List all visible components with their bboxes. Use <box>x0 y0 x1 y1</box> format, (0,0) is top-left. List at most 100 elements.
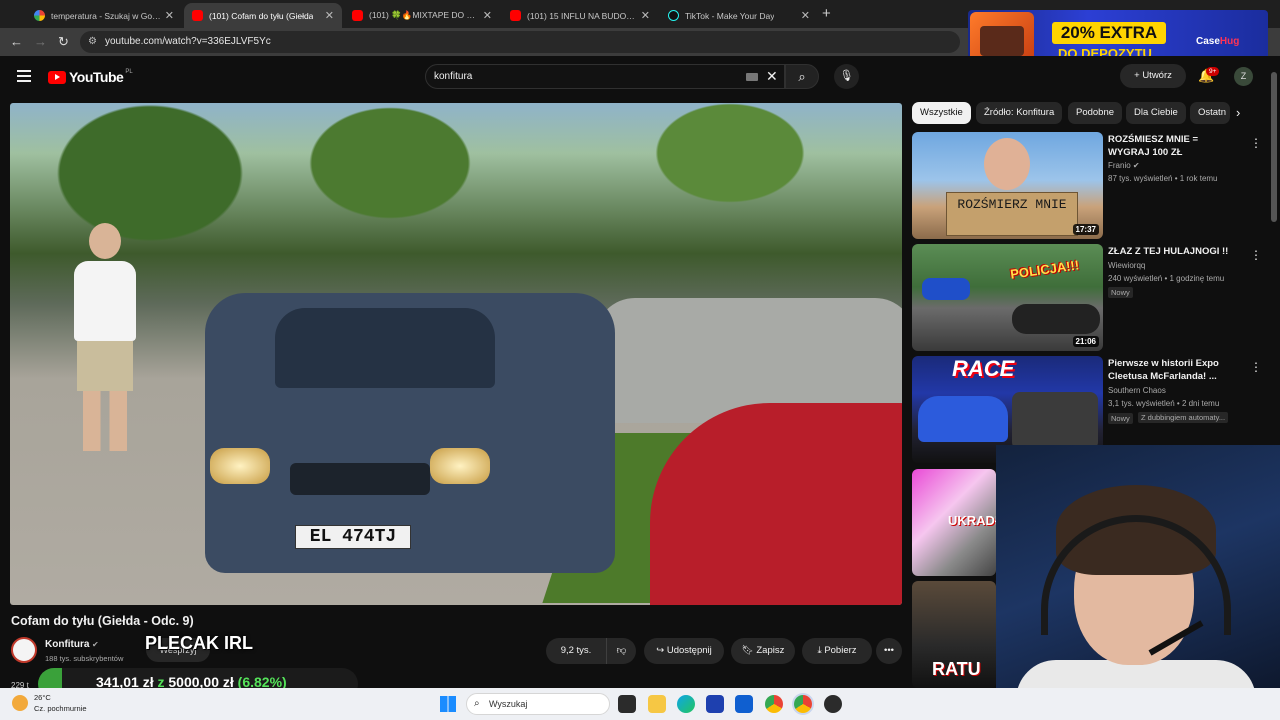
browser-tab[interactable]: TikTok - Make Your Day ✕ <box>660 3 818 28</box>
outlook-icon[interactable] <box>735 695 753 713</box>
more-vert-icon[interactable]: ⋮ <box>1250 248 1262 262</box>
search-query[interactable]: konfitura <box>434 71 472 82</box>
browser-tab[interactable]: (101) 15 INFLU NA BUDOWIE: L ✕ <box>502 3 658 28</box>
forward-icon[interactable]: → <box>34 34 47 49</box>
chevron-right-icon[interactable]: › <box>1236 105 1240 120</box>
download-button[interactable]: ⤓ Pobierz <box>802 638 872 664</box>
menu-icon[interactable] <box>17 70 31 82</box>
site-info-icon[interactable]: ⚙ <box>88 36 97 47</box>
channel-name[interactable]: Konfitura <box>45 639 89 650</box>
google-icon <box>34 10 45 21</box>
chrome-icon[interactable] <box>765 695 783 713</box>
like-button[interactable]: 9,2 tys. <box>546 638 606 664</box>
video-duration: 17:37 <box>1072 224 1099 235</box>
close-icon[interactable]: ✕ <box>165 9 174 22</box>
recommendation-channel: Southern Chaos <box>1108 386 1166 395</box>
video-background <box>10 103 902 303</box>
video-duration: 21:06 <box>1072 336 1099 347</box>
close-icon[interactable]: ✕ <box>325 9 334 22</box>
search-input[interactable]: konfitura ✕ <box>425 64 785 89</box>
chip-recent[interactable]: Ostatn <box>1190 102 1230 124</box>
browser-tab-active[interactable]: (101) Cofam do tyłu (Giełda ✕ <box>184 3 342 28</box>
like-count: 9,2 tys. <box>560 645 592 656</box>
recommendation-item[interactable]: POLICJA!!! 21:06 ZŁAZ Z TEJ HULAJNOGI !!… <box>912 244 1272 354</box>
recommendation-title[interactable]: Pierwsze w historii Expo Cleetusa McFarl… <box>1108 357 1238 383</box>
taskbar-search[interactable]: ⌕ Wyszukaj <box>466 693 610 715</box>
video-title: Cofam do tyłu (Giełda - Odc. 9) <box>11 614 194 628</box>
back-icon[interactable]: ← <box>10 34 23 49</box>
more-vert-icon[interactable]: ⋮ <box>1250 136 1262 150</box>
video-thumbnail[interactable]: UKRADŁ <box>912 469 996 576</box>
chip-source[interactable]: Źródło: Konfitura <box>976 102 1063 124</box>
close-icon[interactable]: ✕ <box>483 9 492 22</box>
reload-icon[interactable]: ↻ <box>58 34 69 50</box>
license-plate: EL 474TJ <box>295 525 411 549</box>
chip-for-you[interactable]: Dla Ciebie <box>1126 102 1186 124</box>
create-button[interactable]: + Utwórz <box>1120 64 1186 88</box>
recommendation-item[interactable]: RATU <box>912 581 996 691</box>
windows-taskbar: 26°C Cz. pochmurnie ⌕ Wyszukaj <box>0 688 1280 720</box>
recommendation-item[interactable]: ROZŚMIERZ MNIE 17:37 ROZŚMIESZ MNIE = WY… <box>912 132 1272 242</box>
recommendation-title[interactable]: ZŁAZ Z TEJ HULAJNOGI !! <box>1108 245 1238 258</box>
save-label: Zapisz <box>756 645 785 656</box>
avatar[interactable]: Z <box>1234 67 1253 86</box>
recommendation-item[interactable]: UKRADŁ <box>912 469 996 579</box>
tab-title: TikTok - Make Your Day <box>685 10 775 21</box>
weather-widget[interactable]: 26°C Cz. pochmurnie <box>34 692 87 714</box>
more-vert-icon[interactable]: ⋮ <box>1250 360 1262 374</box>
stream-overlay-text: PLECAK IRL <box>145 633 253 653</box>
browser-tab[interactable]: temperatura - Szukaj w Google ✕ <box>26 3 182 28</box>
chip-related[interactable]: Podobne <box>1068 102 1123 124</box>
recommendation-title[interactable]: ROZŚMIESZ MNIE = WYGRAJ 100 ZŁ <box>1108 133 1238 159</box>
browser-tab[interactable]: (101) 🍀🔥MIXTAPE DO UCIE ✕ <box>344 3 500 28</box>
search-icon[interactable]: ⌕ <box>785 64 819 89</box>
dislike-button[interactable]: 👎︎ <box>606 638 636 664</box>
video-thumbnail[interactable]: RATU <box>912 581 996 688</box>
clear-search-icon[interactable]: ✕ <box>766 68 778 85</box>
new-tab-icon[interactable]: + <box>822 5 831 22</box>
chrome-active-icon[interactable] <box>794 695 812 713</box>
chip-all[interactable]: Wszystkie <box>912 102 971 124</box>
keyboard-icon[interactable] <box>746 73 758 81</box>
save-button[interactable]: 🔖︎ Zapisz <box>731 638 795 664</box>
youtube-icon <box>352 10 363 21</box>
edge-icon[interactable] <box>677 695 695 713</box>
tab-title: (101) 15 INFLU NA BUDOWIE: L <box>527 10 637 21</box>
video-player[interactable]: EL 474TJ <box>10 103 902 605</box>
windows-start-icon[interactable] <box>440 696 456 712</box>
weather-icon[interactable] <box>12 695 28 711</box>
subscriber-count: 188 tys. subskrybentów <box>45 654 124 663</box>
youtube-icon <box>510 10 521 21</box>
microphone-icon[interactable]: 🎙 <box>834 64 859 89</box>
file-explorer-icon[interactable] <box>648 695 666 713</box>
thumbnail-text: RATU <box>932 659 981 679</box>
more-actions-icon[interactable]: ••• <box>876 638 902 664</box>
thumbnail-text: RACE <box>952 356 1015 381</box>
address-bar[interactable]: ⚙ youtube.com/watch?v=336EJLVF5Yc <box>80 31 960 53</box>
youtube-header: YouTube PL konfitura ✕ ⌕ 🎙 + Utwórz 🔔 9+… <box>0 56 1280 100</box>
tab-title: temperatura - Szukaj w Google <box>51 10 161 21</box>
channel-avatar[interactable] <box>11 637 37 663</box>
share-icon: ↪ <box>656 645 667 656</box>
youtube-logo[interactable]: YouTube PL <box>48 69 133 85</box>
url-text[interactable]: youtube.com/watch?v=336EJLVF5Yc <box>105 36 271 47</box>
webcam-overlay <box>996 445 1280 720</box>
channel-label: Franio <box>1108 161 1131 170</box>
thumbnail-sign: ROZŚMIERZ MNIE <box>946 192 1078 236</box>
close-icon[interactable]: ✕ <box>801 9 810 22</box>
app-icon[interactable] <box>824 695 842 713</box>
logo-text: YouTube <box>69 69 124 85</box>
recommendation-meta: 87 tys. wyświetleń • 1 rok temu <box>1108 174 1218 183</box>
share-button[interactable]: ↪ Udostępnij <box>644 638 724 664</box>
video-headlight <box>210 448 270 484</box>
task-view-icon[interactable] <box>618 695 636 713</box>
close-icon[interactable]: ✕ <box>641 9 650 22</box>
store-icon[interactable] <box>706 695 724 713</box>
weather-temp: 26°C <box>34 693 51 702</box>
video-thumbnail[interactable]: POLICJA!!! 21:06 <box>912 244 1103 351</box>
scrollbar[interactable] <box>1271 72 1277 222</box>
verified-icon: ✔ <box>92 640 99 649</box>
create-label: Utwórz <box>1142 70 1172 81</box>
ad-headline: 20% EXTRA <box>1052 22 1166 44</box>
video-thumbnail[interactable]: ROZŚMIERZ MNIE 17:37 <box>912 132 1103 239</box>
